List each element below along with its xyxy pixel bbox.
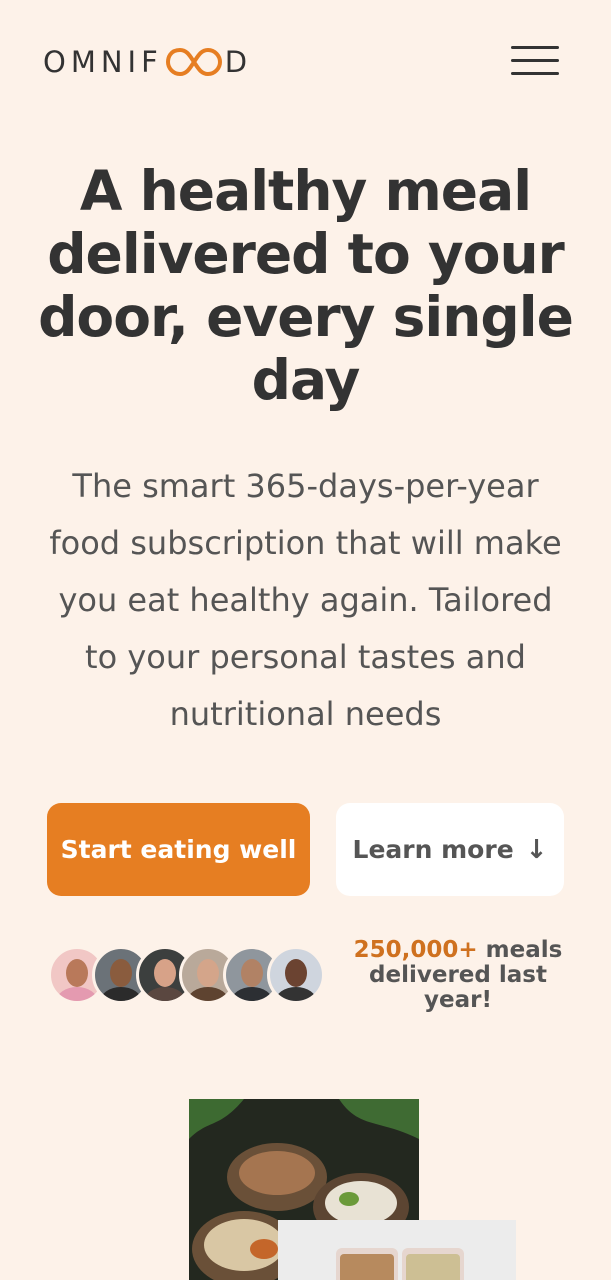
hero-description: The smart 365-days-per-year food subscri… (49, 467, 562, 733)
menu-button[interactable] (508, 44, 562, 78)
meals-count: 250,000+ (353, 937, 478, 963)
learn-more-button[interactable]: Learn more ↓ (336, 803, 564, 896)
infinity-logo-icon (165, 47, 222, 77)
logo-text-right: D (224, 45, 253, 79)
avatar (267, 946, 325, 1004)
logo-text-left: OMNIF (43, 45, 163, 79)
meal-containers-illustration (278, 1220, 516, 1280)
omnifood-logo[interactable]: OMNIF D (43, 44, 252, 80)
hamburger-icon (511, 46, 559, 49)
meal-prep-image (278, 1220, 516, 1280)
start-eating-well-button[interactable]: Start eating well (47, 803, 310, 896)
arrow-down-icon: ↓ (525, 834, 548, 865)
hero-title: A healthy meal delivered to your door, e… (38, 159, 574, 412)
site-header: OMNIF D (0, 0, 611, 125)
meals-delivered-text: 250,000+ meals delivered last year! (353, 937, 563, 1013)
customer-avatars (48, 946, 328, 1004)
